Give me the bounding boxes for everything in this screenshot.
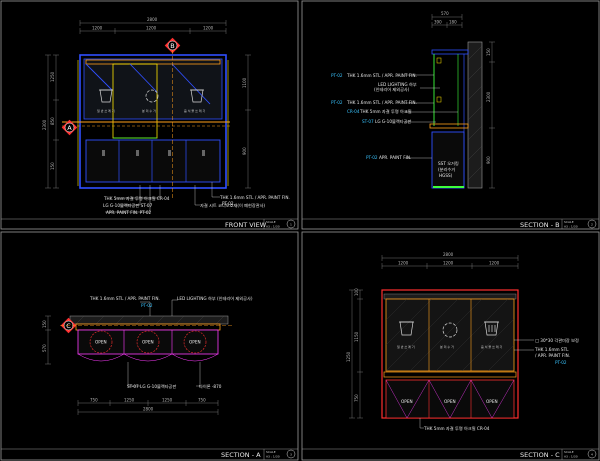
sb-note-13: (분리수거 xyxy=(438,166,455,173)
sb-note-4: PT-02 xyxy=(331,100,343,105)
front-dim-left-1: 1250 xyxy=(50,71,55,82)
title-section-c: SECTION - C xyxy=(520,451,560,459)
sb-note-7: THK 5mm 자결 투명 아크릴 xyxy=(359,108,412,115)
sc-dim-left-2: 1150 xyxy=(354,331,359,342)
sc-open-1: OPEN xyxy=(444,399,456,404)
front-icon-label-0: 일 반 쓰 레 기 xyxy=(97,108,115,113)
front-icon-label-1: 분 리 수 거 xyxy=(142,108,156,113)
front-note-5: 자결 시트 코너보호재(이 폐현장관사) xyxy=(200,202,265,209)
sa-dim-b-3: 750 xyxy=(198,398,206,403)
front-note-4: APR. PAINT FIN. PT-02 xyxy=(106,210,152,215)
front-dim-right-1: 900 xyxy=(242,147,247,155)
sc-dim-2: 1200 xyxy=(443,261,454,266)
scale-value-front: A3 : 1/30 xyxy=(266,225,280,229)
sa-dim-b-4: 2800 xyxy=(143,407,154,412)
cad-drawing-sheet: FRONT VIEW SCALE A3 : 1/30 1 SECTION - B… xyxy=(0,0,600,461)
sa-dim-b-0: 750 xyxy=(90,398,98,403)
sc-icon-label-0: 일 반 쓰 레 기 xyxy=(397,344,415,349)
front-dim-0: 2800 xyxy=(147,17,158,22)
front-note-3: LG G-10블랙타공판 ST-07 xyxy=(103,202,153,209)
sb-note-0: PT-02 xyxy=(331,73,343,78)
sb-dim-2: 180 xyxy=(449,20,457,25)
sc-dim-3: 1200 xyxy=(489,261,500,266)
front-icon-label-2: 음 식 물 쓰 레 기 xyxy=(184,108,206,113)
sc-dim-left-0: 1250 xyxy=(346,351,351,362)
scale-value-section-b: A3 : 1/30 xyxy=(564,225,578,229)
sc-icon-label-1: 분 리 수 거 xyxy=(440,344,454,349)
sa-note-3: ST-07 LG G-10블랙타공판 xyxy=(127,383,176,390)
scale-label-front: SCALE xyxy=(266,220,276,224)
sa-open-2: OPEN xyxy=(189,340,201,345)
scale-label-section-b: SCALE xyxy=(564,220,574,224)
sc-dim-left-3: 750 xyxy=(354,394,359,402)
marker-a-text: A xyxy=(67,124,72,132)
sb-dim-right-0: 150 xyxy=(486,48,491,56)
sb-note-11: APR. PAINT FIN. xyxy=(379,155,411,160)
sb-dim-right-2: 900 xyxy=(486,156,491,164)
panel-number-section-c: 4 xyxy=(591,453,593,457)
sc-note-3: PT-02 xyxy=(555,360,567,365)
front-dim-3: 1200 xyxy=(203,26,214,31)
front-dim-left-3: 150 xyxy=(50,162,55,170)
sa-note-4: 타이론 -870 xyxy=(199,383,222,390)
sb-note-12: SST 오거킹 xyxy=(438,160,459,167)
sb-note-10: PT-02 xyxy=(366,155,378,160)
sb-note-8: ST-07 xyxy=(362,119,374,124)
front-dim-left-2: 850 xyxy=(50,117,55,125)
sb-note-1: THK 1.6mm STL / APR. PAINT FIN. xyxy=(346,73,417,78)
sc-dim-left-1: 100 xyxy=(354,288,359,296)
sa-dim-left-1: 570 xyxy=(42,344,47,352)
sc-open-2: OPEN xyxy=(486,399,498,404)
title-front: FRONT VIEW xyxy=(225,221,267,229)
sc-open-0: OPEN xyxy=(401,399,413,404)
front-dim-right-0: 1100 xyxy=(242,77,247,88)
front-dim-2: 1200 xyxy=(146,26,157,31)
front-note-2: THK 5mm 자결 투명 아크릴 CR-04 xyxy=(103,195,170,202)
sa-note-1: PT-02 xyxy=(141,303,153,308)
sc-dim-1: 1200 xyxy=(398,261,409,266)
sb-note-5: THK 1.6mm STL / APR. PAINT FIN. xyxy=(346,100,417,105)
sb-dim-0: 570 xyxy=(441,11,449,16)
marker-b-text: B xyxy=(170,42,174,50)
sb-note-3: (인테리어 제외공사) xyxy=(374,86,410,93)
sa-dim-b-1: 1250 xyxy=(124,398,135,403)
sa-open-1: OPEN xyxy=(142,340,154,345)
sa-open-0: OPEN xyxy=(95,340,107,345)
title-section-a: SECTION - A xyxy=(221,451,261,459)
sb-note-14: HGSS) xyxy=(439,173,453,178)
title-section-b: SECTION - B xyxy=(520,221,560,229)
sc-note-0: □ 30*30 각관미장 보정 xyxy=(535,337,579,344)
sa-note-0: THK 1.6mm STL / APR. PAINT FIN. xyxy=(89,296,160,301)
marker-c-text: C xyxy=(66,322,71,330)
sc-note-2: / APR. PAINT FIN. xyxy=(535,353,570,358)
sa-dim-left-0: 150 xyxy=(42,320,47,328)
sa-note-2: LED LIGHTING 하부 (인테리어 제외공사) xyxy=(177,295,253,302)
scale-label-section-a: SCALE xyxy=(266,450,276,454)
sb-dim-right-1: 2300 xyxy=(486,91,491,102)
sb-dim-1: 390 xyxy=(434,20,442,25)
front-dim-1: 1200 xyxy=(92,26,103,31)
sc-icon-label-2: 음 식 물 쓰 레 기 xyxy=(481,344,503,349)
front-dim-left-0: 2300 xyxy=(42,119,47,130)
sc-dim-0: 2800 xyxy=(443,252,454,257)
front-note-0: THK 1.6mm STL / APR. PAINT FIN. xyxy=(219,195,290,200)
sc-note-1: THK 1.6mm STL xyxy=(534,347,569,352)
scale-value-section-a: A3 : 1/30 xyxy=(266,455,280,459)
scale-value-section-c: A3 : 1/30 xyxy=(564,455,578,459)
panel-number-section-a: 3 xyxy=(290,453,292,457)
sa-dim-b-2: 1250 xyxy=(162,398,173,403)
sb-note-9: LG G-10블랙타공판 xyxy=(375,118,411,125)
panel-number-front: 1 xyxy=(290,223,292,227)
scale-label-section-c: SCALE xyxy=(564,450,574,454)
panel-number-section-b: 2 xyxy=(591,223,593,227)
sc-note-4: THK 5mm 자결 투명 아크릴 CR-04 xyxy=(423,425,490,432)
sb-note-6: CR-04 xyxy=(347,109,360,114)
